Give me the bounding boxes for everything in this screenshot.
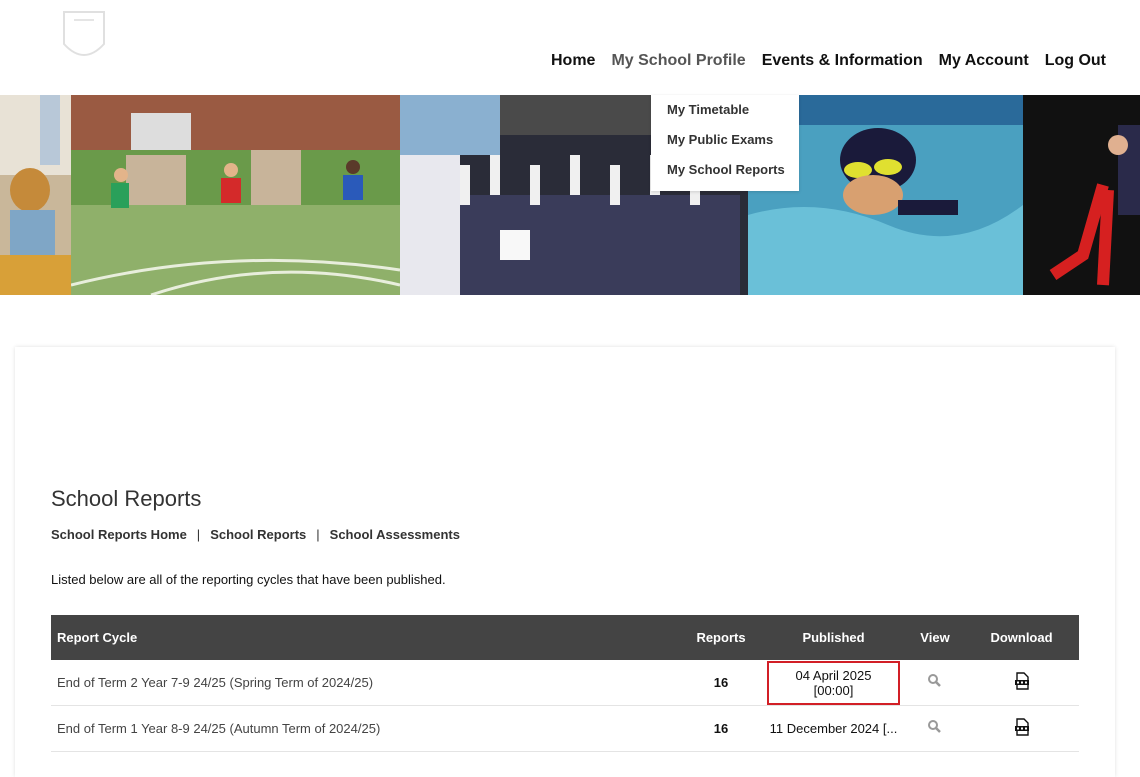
nav-my-account[interactable]: My Account bbox=[931, 50, 1037, 72]
pdf-icon[interactable] bbox=[1013, 718, 1031, 736]
nav-log-out[interactable]: Log Out bbox=[1037, 50, 1114, 72]
report-cycle-cell: End of Term 2 Year 7-9 24/25 (Spring Ter… bbox=[51, 660, 681, 706]
page-title: School Reports bbox=[51, 485, 202, 511]
header-report-cycle: Report Cycle bbox=[51, 615, 681, 660]
subnav-school-assessments[interactable]: School Assessments bbox=[330, 527, 460, 542]
subnav-separator: | bbox=[316, 527, 320, 542]
site-header: Home My School Profile Events & Informat… bbox=[0, 0, 1140, 95]
reports-count-cell: 16 bbox=[681, 705, 761, 752]
banner-photo-classroom bbox=[0, 95, 71, 295]
reports-table: Report Cycle Reports Published View Down… bbox=[51, 615, 1079, 752]
view-cell bbox=[906, 660, 964, 706]
subnav-separator: | bbox=[196, 527, 201, 542]
nav-events-information[interactable]: Events & Information bbox=[754, 50, 931, 72]
table-header-row: Report Cycle Reports Published View Down… bbox=[51, 615, 1079, 660]
subnav-school-reports-home[interactable]: School Reports Home bbox=[51, 527, 187, 542]
published-date-cell: 04 April 2025 [00:00] bbox=[761, 660, 906, 706]
profile-dropdown-menu: My Timetable My Public Exams My School R… bbox=[651, 95, 799, 191]
magnifier-icon[interactable] bbox=[926, 672, 944, 690]
content-card: School Reports School Reports Home | Sch… bbox=[15, 347, 1115, 777]
magnifier-icon[interactable] bbox=[926, 718, 944, 736]
download-cell bbox=[964, 660, 1079, 706]
table-row: End of Term 1 Year 8-9 24/25 (Autumn Ter… bbox=[51, 705, 1079, 752]
banner-photo-running bbox=[71, 95, 400, 295]
dropdown-my-public-exams[interactable]: My Public Exams bbox=[651, 125, 799, 155]
subnav-school-reports[interactable]: School Reports bbox=[210, 527, 306, 542]
nav-my-school-profile[interactable]: My School Profile bbox=[603, 50, 753, 72]
header-published: Published bbox=[761, 615, 906, 660]
nav-home[interactable]: Home bbox=[543, 50, 603, 72]
banner-photo-dancer bbox=[1023, 95, 1140, 295]
header-view: View bbox=[906, 615, 964, 660]
school-crest-logo[interactable] bbox=[44, 4, 144, 90]
header-download: Download bbox=[964, 615, 1079, 660]
download-cell bbox=[964, 705, 1079, 752]
dropdown-my-school-reports[interactable]: My School Reports bbox=[651, 155, 799, 185]
table-row: End of Term 2 Year 7-9 24/25 (Spring Ter… bbox=[51, 660, 1079, 706]
report-cycle-cell: End of Term 1 Year 8-9 24/25 (Autumn Ter… bbox=[51, 705, 681, 752]
published-date-highlighted: 04 April 2025 [00:00] bbox=[767, 660, 900, 705]
intro-text: Listed below are all of the reporting cy… bbox=[51, 572, 446, 587]
published-date-cell: 11 December 2024 [... bbox=[761, 705, 906, 752]
header-reports: Reports bbox=[681, 615, 761, 660]
pdf-icon[interactable] bbox=[1013, 672, 1031, 690]
reports-subnav: School Reports Home | School Reports | S… bbox=[51, 527, 460, 542]
reports-count-cell: 16 bbox=[681, 660, 761, 706]
hero-banner bbox=[0, 95, 1140, 295]
view-cell bbox=[906, 705, 964, 752]
main-nav: Home My School Profile Events & Informat… bbox=[543, 50, 1114, 72]
dropdown-my-timetable[interactable]: My Timetable bbox=[651, 95, 799, 125]
